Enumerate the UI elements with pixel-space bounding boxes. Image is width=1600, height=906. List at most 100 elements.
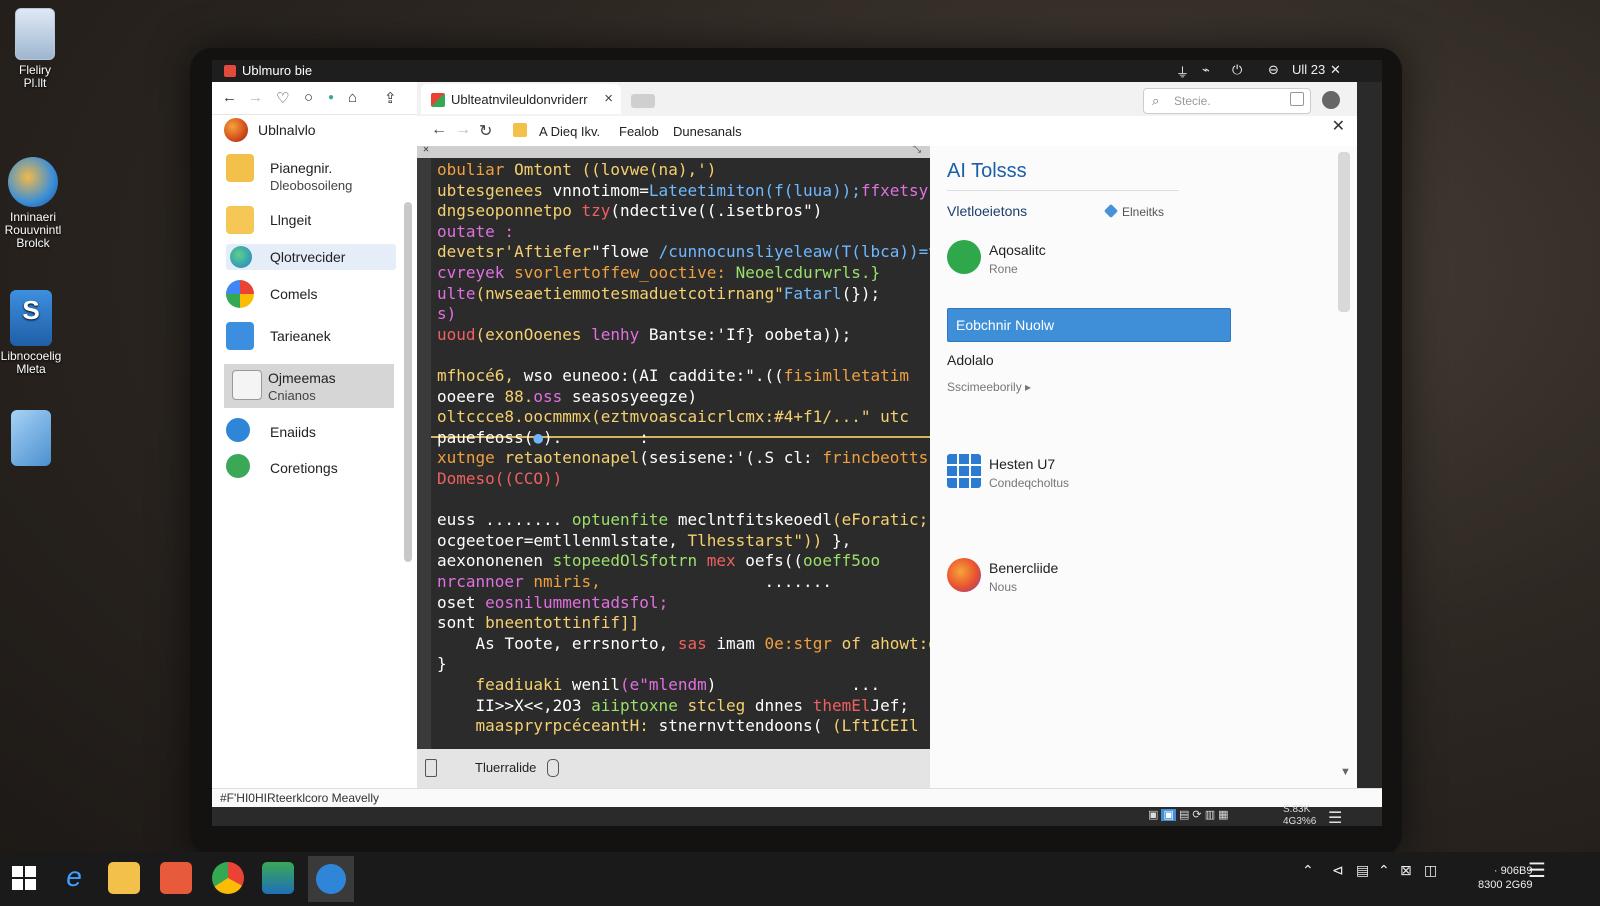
home-icon[interactable]: ⌂ [348,89,357,106]
desktop-icon-recycle[interactable]: Fleliry Pl.llt [0,8,70,90]
photos-icon[interactable] [262,862,294,894]
code-line[interactable]: cvreyek svorlertoffew_ooctive: Neoelcdur… [437,263,880,282]
circle-icon[interactable]: ○ [304,89,313,106]
chrome-icon[interactable] [212,862,244,894]
chevron-up-icon[interactable]: ⌃ [1302,862,1314,879]
file-explorer-icon[interactable] [108,862,140,894]
sidebar-item-ojmeemas[interactable]: Ojmeemas Cnianos [224,364,394,408]
volume-icon[interactable]: ◫ [1424,862,1437,879]
panel-scrollbar[interactable] [1338,152,1350,312]
primary-action-button[interactable]: Eobchnir Nuolw [947,308,1231,342]
address-part-3[interactable]: Dunesanals [673,124,742,139]
close-icon[interactable]: ✕ [1330,62,1341,78]
calendar-icon[interactable] [1290,92,1304,106]
sidebar-item-coretiongs[interactable]: Coretiongs [226,454,396,484]
heart-icon[interactable]: ♡ [276,89,289,107]
tray-app-icon[interactable]: ▣ [1161,809,1176,821]
ai-item-aqosalitc[interactable]: Aqosalitc Rone [947,240,1247,280]
back-icon[interactable]: ← [431,121,447,139]
code-line[interactable]: devetsr'Aftiefer"flowe /cunnocunsliyelea… [437,242,930,261]
mic-icon[interactable]: ⏚ [1176,62,1189,81]
scroll-down-icon[interactable]: ▼ [1340,766,1351,778]
code-line[interactable]: xutnge retaotenonapel(sesisene:'(.S cl: … [437,448,930,467]
code-line[interactable]: ooeere 88.oss seasosyeegze) [437,387,697,406]
browser-tab[interactable]: Ublteatnvileuldonvriderr × [421,84,621,114]
code-line[interactable]: euss ........ optuenfite meclntfitskeoed… [437,510,930,529]
code-token: (sesisene:'(.S cl: [639,448,823,468]
address-part-1[interactable]: A Dieq Ikv. [539,124,600,139]
code-line[interactable]: As Toote, errsnorto, sas imam 0e:stgr of… [437,634,930,653]
reload-icon[interactable]: ↻ [479,121,492,141]
ai-submenu-link[interactable]: Sscimeeborily ▸ [947,380,1031,394]
desktop-icon-browser[interactable]: Inninaeri Rouuvnintl Brolck [0,157,68,250]
network-icon[interactable]: ⌁ [1202,62,1210,78]
taskbar-clock[interactable]: · 906B9 8300 2G69 [1478,864,1532,892]
forward-icon[interactable]: → [455,121,471,139]
clip-icon[interactable] [425,759,437,777]
sidebar-item-comels[interactable]: Comels [226,280,396,310]
sidebar-scrollbar[interactable] [404,202,412,562]
extensions-link[interactable]: Elneitks [1103,203,1164,219]
address-bar: ← → ↻ A Dieq Ikv. Fealob Dunesanals [417,116,1357,147]
store-icon[interactable] [160,862,192,894]
code-line[interactable]: } [437,654,447,673]
tray-sync-icon[interactable]: ⟳ [1192,809,1201,821]
code-line[interactable]: obuliar Omtont ((lovwe(na),') [437,160,716,179]
sidebar-item-llngeit[interactable]: Llngeit [226,206,396,236]
power-icon[interactable]: ⏻ [1232,62,1242,78]
code-line[interactable]: outate : [437,222,514,241]
minimize-icon[interactable]: ⊖ [1268,62,1279,78]
upload-icon[interactable]: ⇪ [384,89,397,107]
new-tab-button[interactable] [631,94,655,108]
sidebar-item-enaiids[interactable]: Enaiids [226,418,396,448]
code-line[interactable]: maaspryrpcéceantH: stnernvttendoons( (Lf… [437,716,919,735]
desktop-icon-tool[interactable] [0,410,66,470]
display-icon[interactable]: ▤ [1356,862,1369,879]
start-icon[interactable] [8,862,40,894]
tab-close-icon[interactable]: × [604,90,613,107]
ai-item-hesten[interactable]: Hesten U7 Condeqcholtus [947,454,1247,498]
ai-item-benercliide[interactable]: Benercliide Nous [947,558,1247,602]
code-line[interactable]: II>>X<<,2O3 aiiptoxne stcleg dnnes themE… [437,696,909,715]
active-app-icon[interactable] [308,856,354,902]
code-line[interactable]: mfhocé6, wso euneoo:(AI caddite:".((fisi… [437,366,909,385]
code-line[interactable]: aexononenen stopeedOlSfotrn mex oefs((oo… [437,551,880,570]
code-line[interactable]: ulte(nwseaetiemmotesmaduetcotirnang"Fata… [437,284,880,303]
chevron-icon[interactable]: ⌃ [1378,862,1390,879]
code-line[interactable]: pauefeoss(●). : [437,428,649,447]
forward-icon[interactable]: → [248,89,263,106]
mouse-icon[interactable] [547,759,559,777]
back-icon[interactable]: ← [222,89,237,106]
code-line[interactable]: feadiuaki wenil(e"mlendm) ... [437,675,881,694]
tray-calendar-icon[interactable]: ▦ [1218,809,1228,821]
close-panel-icon[interactable]: ✕ [1332,116,1345,136]
profile-avatar[interactable] [1322,91,1340,109]
code-line[interactable]: oltccce8.oocmmmx(eztmvoascaicrlcmx:#4+f1… [437,407,909,426]
tray-image-icon[interactable]: ▤ [1179,809,1189,821]
code-line[interactable]: dngseoponnetpo tzy(ndective((.isetbros") [437,201,822,220]
code-line[interactable]: uoud(exonOoenes lenhy Bantse:'If} oobeta… [437,325,851,344]
editor-collapse-icon[interactable]: ✕ [423,146,429,155]
network-icon[interactable]: ⊲ [1332,862,1344,879]
code-line[interactable]: Domeso((CCO)) [437,469,562,488]
sidebar-item-pianegnir[interactable]: Pianegnir. Dleobosoileng [226,154,396,200]
editor-expand-icon[interactable]: ⤡ [913,146,921,155]
code-line[interactable]: ocgeetoer=emtllenmlstate, Tlhesstarst"))… [437,531,851,550]
sidebar-item-qlotrvecider[interactable]: Qlotrvecider [226,244,396,270]
tray-network-icon[interactable]: ▣ [1148,809,1158,821]
code-line[interactable]: sont bneentottinfif]] [437,613,639,632]
screen-notification-icon[interactable]: ☰ [1328,808,1342,828]
code-line[interactable]: oset eosnilummentadsfol; [437,593,668,612]
code-line[interactable]: ubtesgenees vnnotimom=Lateetimiton(f(luu… [437,181,928,200]
desktop-icon-s-app[interactable]: S Libnocoelig Mleta [0,290,66,376]
tray-doc-icon[interactable]: ▥ [1205,809,1215,821]
address-part-2[interactable]: Fealob [619,124,659,139]
code-line[interactable]: s) [437,304,456,323]
battery-icon[interactable]: ⊠ [1400,862,1412,879]
sidebar-item-tarieanek[interactable]: Tarieanek [226,322,396,352]
code-line[interactable]: nrcannoer nmiris, ....... [437,572,832,591]
notification-icon[interactable]: ☰ [1528,858,1546,883]
code-editor[interactable]: ✕ ⤡ obuliar Omtont ((lovwe(na),') ubtesge… [417,146,930,749]
search-box[interactable]: ⌕ Stecie. [1143,88,1311,114]
edge-browser-icon[interactable]: e [58,862,90,894]
